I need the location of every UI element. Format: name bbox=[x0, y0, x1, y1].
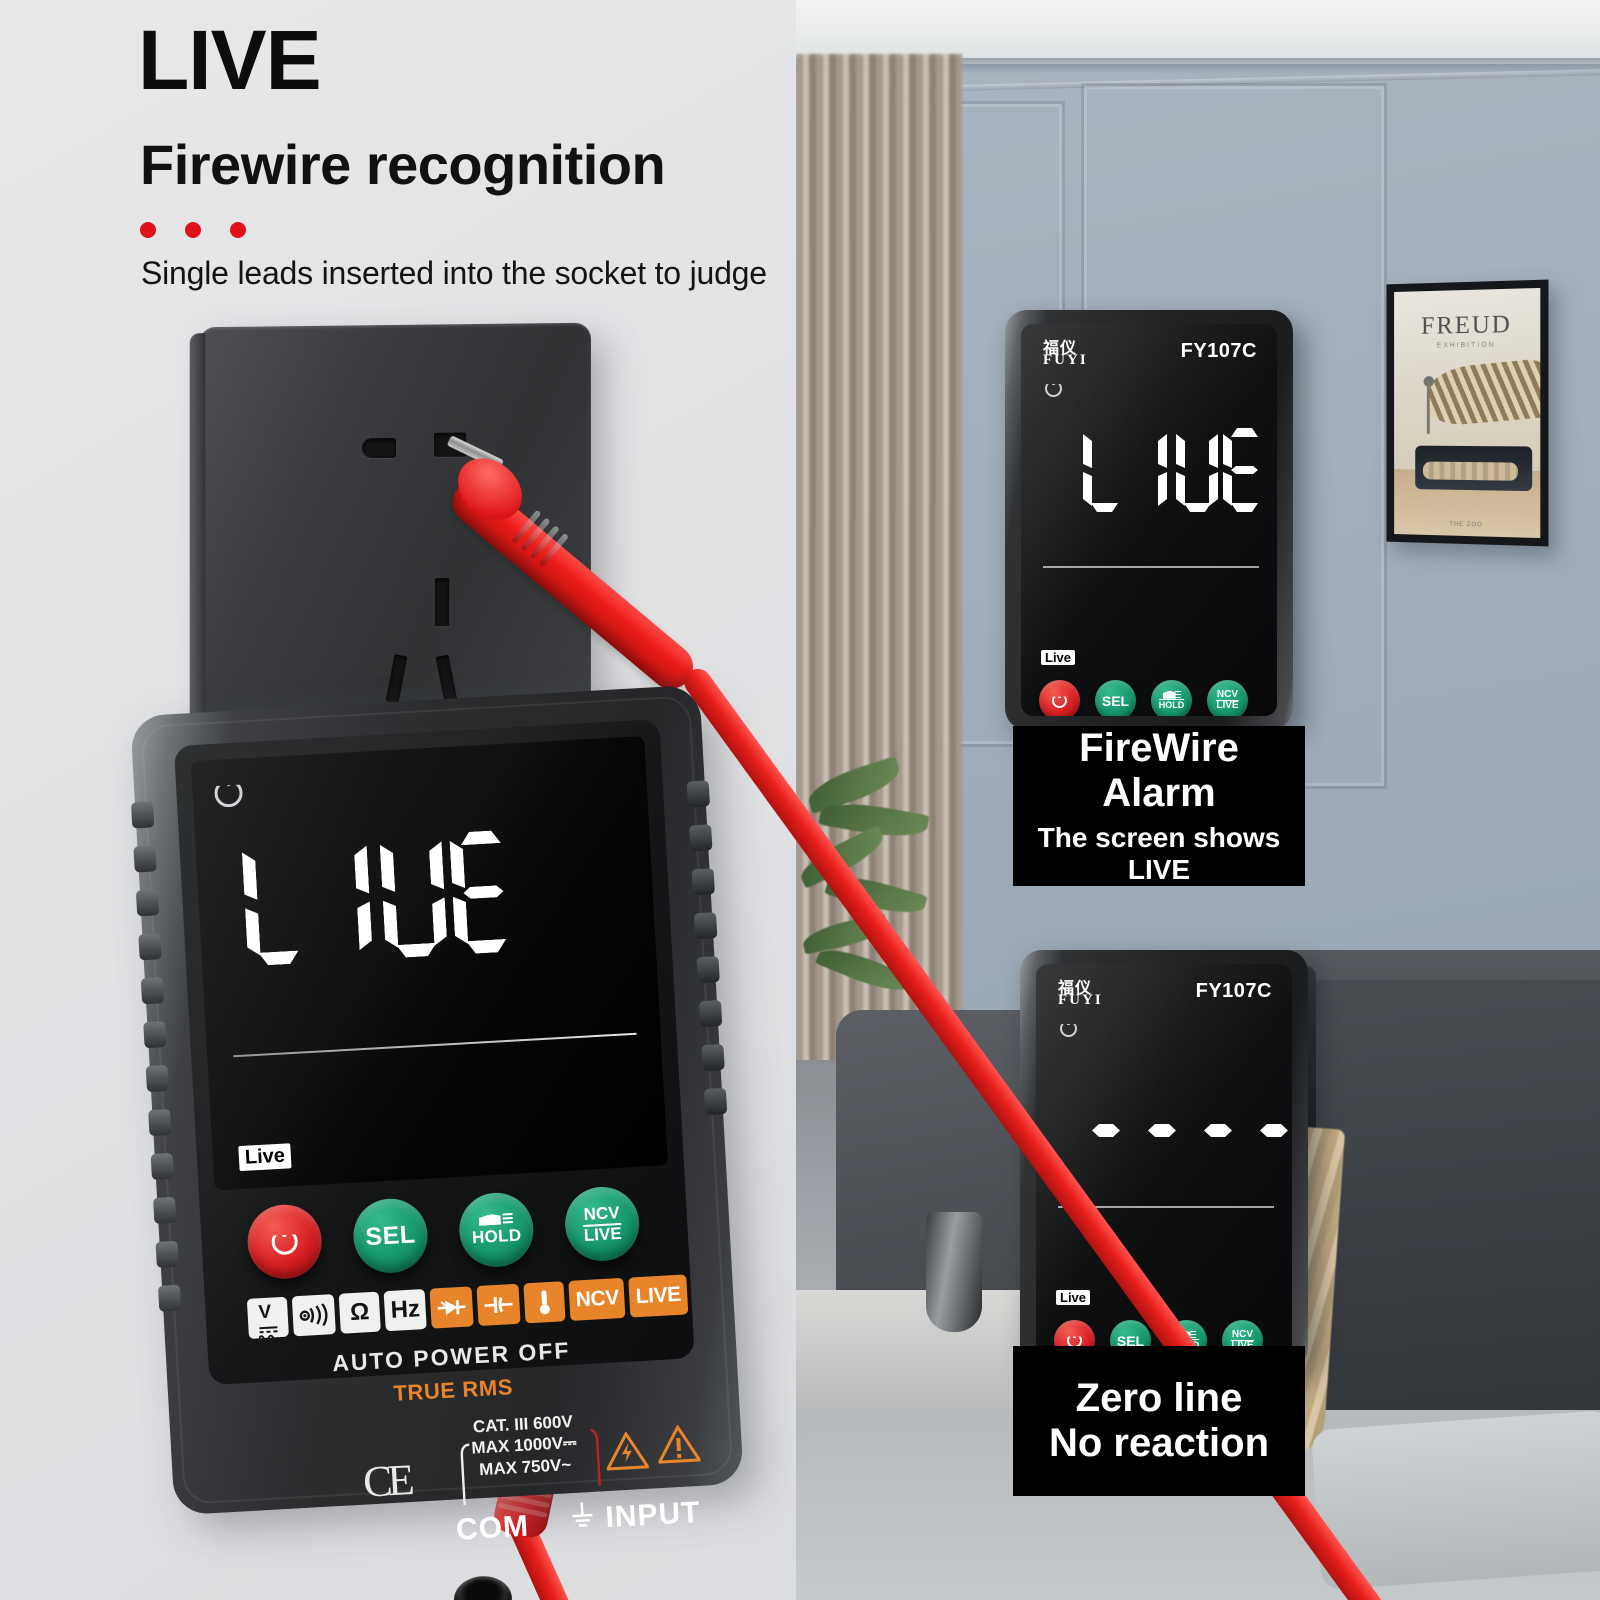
dash-segment bbox=[1148, 1124, 1176, 1137]
page-title: LIVE bbox=[138, 13, 322, 107]
button-row: SEL HOLD NCVLIVE bbox=[1039, 680, 1248, 716]
mode-temperature-icon bbox=[523, 1281, 566, 1324]
earth-ground-icon bbox=[569, 1502, 596, 1529]
segment-char-L bbox=[1083, 428, 1125, 512]
page-subtitle: Firewire recognition bbox=[140, 133, 666, 196]
hand-icon bbox=[1162, 690, 1181, 699]
model-number: FY107C bbox=[1195, 980, 1272, 1002]
mode-voltage-icon: V bbox=[246, 1296, 289, 1341]
brand-logo-cn: 福仪 bbox=[1058, 978, 1093, 997]
multimeter-main: Live SEL HOLD NCV LIVE V Ω Hz NCV LIVE A… bbox=[130, 684, 744, 1600]
dash-segment bbox=[1260, 1124, 1288, 1137]
sel-button-label: SEL bbox=[364, 1219, 417, 1251]
measurement-mode-strip: V Ω Hz NCV LIVE bbox=[246, 1274, 688, 1341]
segment-char-L bbox=[241, 841, 310, 966]
segment-char-I bbox=[349, 837, 378, 960]
lcd-live-annunciator: Live bbox=[1056, 1290, 1091, 1305]
mode-diode-icon bbox=[429, 1286, 475, 1329]
hold-button-label: HOLD bbox=[471, 1225, 522, 1248]
lcd-live-annunciator: Live bbox=[238, 1143, 292, 1172]
mode-ncv-label: NCV bbox=[568, 1277, 626, 1321]
socket-slot-earth bbox=[435, 578, 450, 627]
caution-warning-icon bbox=[657, 1424, 703, 1464]
mode-frequency-icon: Hz bbox=[383, 1288, 428, 1332]
caption-title-line1: FireWire bbox=[1079, 726, 1239, 771]
page-tagline: Single leads inserted into the socket to… bbox=[141, 255, 767, 291]
sel-button-label: SEL bbox=[1101, 692, 1130, 709]
socket-slot-lower-left bbox=[385, 654, 408, 704]
framed-poster: FREUD EXHIBITION THE ZOO bbox=[1386, 279, 1549, 547]
mode-live-label: LIVE bbox=[628, 1274, 688, 1318]
sel-button[interactable]: SEL bbox=[1095, 680, 1136, 716]
com-terminal-label: COM bbox=[455, 1509, 530, 1547]
power-icon bbox=[1060, 1024, 1077, 1037]
dot-icon bbox=[140, 222, 156, 238]
socket-slot-lower-right bbox=[435, 654, 458, 705]
lcd-reading bbox=[241, 829, 517, 966]
dot-icon bbox=[230, 222, 246, 238]
brand-logo-en: FUYI bbox=[1043, 352, 1088, 368]
mode-capacitance-icon bbox=[476, 1283, 521, 1327]
hold-button[interactable]: HOLD bbox=[457, 1190, 536, 1269]
mode-resistance-icon: Ω bbox=[338, 1291, 381, 1334]
button-row: SEL HOLD NCV LIVE bbox=[245, 1184, 642, 1281]
ncv-live-button[interactable]: NCV LIVE bbox=[563, 1184, 642, 1263]
power-icon bbox=[1045, 384, 1062, 397]
lcd-baseline bbox=[1043, 566, 1259, 568]
lcd-reading bbox=[1083, 428, 1265, 512]
ncv-live-button[interactable]: NCVLIVE bbox=[1207, 680, 1248, 716]
ncv-label: NCV bbox=[582, 1203, 622, 1227]
power-button[interactable] bbox=[1039, 680, 1080, 716]
poster-palm bbox=[1409, 368, 1449, 413]
lcd-display: Live bbox=[190, 735, 669, 1191]
segment-char-U bbox=[1176, 428, 1218, 512]
brand-logo-cn: 福仪 bbox=[1043, 338, 1078, 357]
ce-mark: CE bbox=[361, 1455, 411, 1507]
live-label: LIVE bbox=[583, 1223, 623, 1245]
hold-button[interactable]: HOLD bbox=[1151, 680, 1192, 716]
dot-icon bbox=[185, 222, 201, 238]
segment-char-U bbox=[379, 833, 448, 958]
dash-segment bbox=[1092, 1124, 1120, 1137]
brand-logo-en: FUYI bbox=[1058, 992, 1103, 1008]
caption-title-line1: Zero line bbox=[1075, 1376, 1243, 1421]
dot-separator bbox=[140, 222, 246, 238]
dash-segment bbox=[1204, 1124, 1232, 1137]
model-number: FY107C bbox=[1180, 340, 1257, 362]
multimeter-front-face: Live SEL HOLD NCV LIVE V Ω Hz NCV LIVE A… bbox=[173, 719, 703, 1600]
hold-button-label: HOLD bbox=[1158, 698, 1185, 711]
caption-firewire-alarm: FireWire Alarm The screen shows LIVE bbox=[1013, 726, 1305, 886]
multimeter-inset-firewire: 福仪 FUYI FY107C Live SEL HOLD NCV LIVE bbox=[1005, 310, 1293, 730]
segment-char-I bbox=[1155, 428, 1171, 512]
power-button[interactable] bbox=[245, 1202, 324, 1281]
lcd-reading-dashes bbox=[1092, 1124, 1288, 1137]
socket-slot-left bbox=[362, 437, 396, 459]
caption-subtitle: The screen shows LIVE bbox=[1037, 821, 1281, 885]
terminal-leader-lines bbox=[460, 1428, 601, 1506]
caption-zero-line: Zero line No reaction bbox=[1013, 1346, 1305, 1496]
power-icon bbox=[1052, 696, 1067, 708]
segment-char-E bbox=[1223, 428, 1265, 512]
input-terminal-label: INPUT bbox=[604, 1495, 702, 1535]
segment-char-E bbox=[449, 829, 518, 954]
caption-title-line2: No reaction bbox=[1048, 1421, 1270, 1465]
poster-subtitle: EXHIBITION bbox=[1436, 341, 1496, 350]
product-marketing-image: FREUD EXHIBITION THE ZOO LIVE Firewire r… bbox=[0, 0, 1600, 1600]
lcd-baseline bbox=[233, 1032, 637, 1058]
power-icon bbox=[271, 1228, 298, 1255]
sel-button[interactable]: SEL bbox=[351, 1196, 430, 1275]
caption-title-line2: Alarm bbox=[1102, 771, 1216, 815]
power-icon bbox=[214, 778, 244, 808]
lcd-live-annunciator: Live bbox=[1041, 650, 1076, 665]
mode-continuity-icon bbox=[291, 1294, 336, 1337]
poster-sofa bbox=[1415, 445, 1533, 492]
houseplant bbox=[796, 740, 996, 1070]
poster-title: FREUD bbox=[1421, 310, 1512, 340]
hand-icon bbox=[478, 1212, 513, 1227]
vase bbox=[926, 1212, 982, 1332]
